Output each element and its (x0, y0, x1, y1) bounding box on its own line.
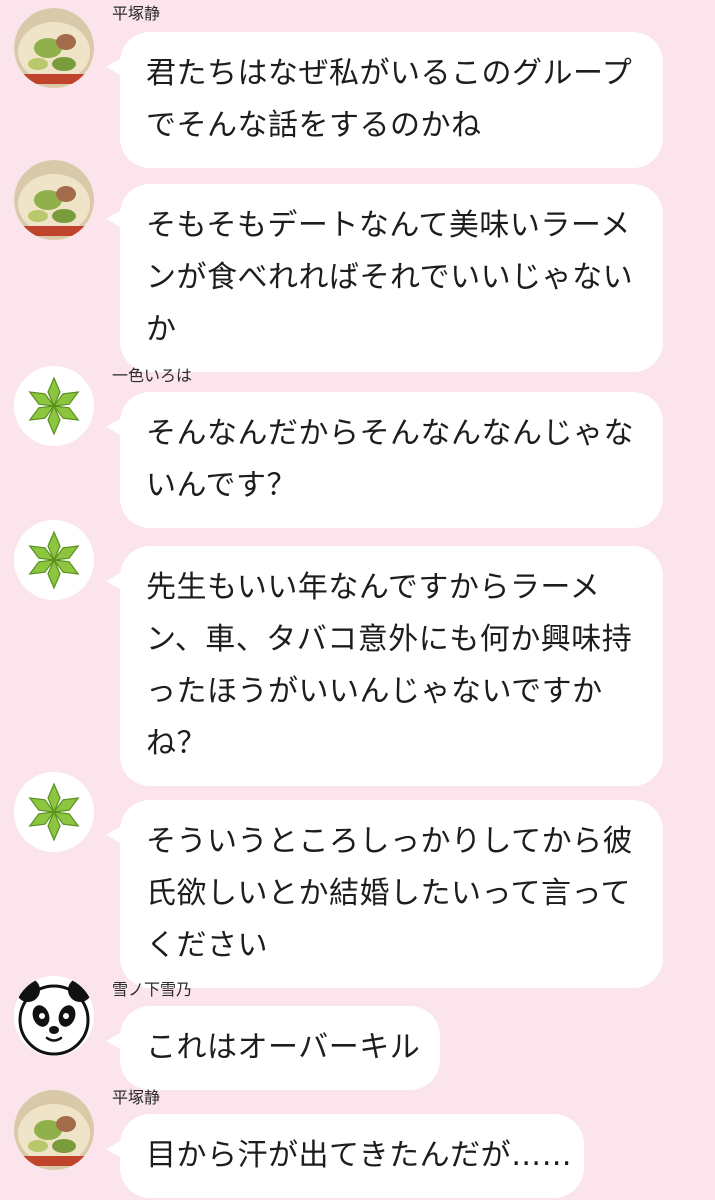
sender-name: 平塚静 (112, 4, 161, 23)
sender-name: 雪ノ下雪乃 (112, 980, 193, 999)
message-bubble[interactable]: そんなんだからそんなんなんじゃな いんです？ (106, 392, 663, 528)
message-line: 君たちはなぜ私がいるこのグループ (146, 56, 633, 91)
message-line: そんなんだからそんなんなんじゃな (146, 416, 634, 451)
green-star-avatar-icon[interactable] (14, 366, 94, 446)
green-star-avatar-icon[interactable] (14, 772, 94, 852)
message-bubble[interactable]: 目から汗が出てきたんだが…… (106, 1114, 584, 1198)
panda-avatar-icon[interactable] (14, 976, 94, 1056)
ramen-avatar-icon[interactable] (14, 160, 94, 240)
message-line: 氏欲しいとか結婚したいって言って (146, 876, 631, 911)
message-bubble[interactable]: 先生もいい年なんですからラーメ ン、車、タバコ意外にも何か興味持 ったほうがいい… (106, 546, 663, 786)
sender-name: 平塚静 (112, 1088, 161, 1107)
message-line: 先生もいい年なんですからラーメ (146, 570, 601, 605)
sender-name: 一色いろは (112, 366, 193, 385)
message-line: ね？ (146, 726, 207, 761)
ramen-avatar-icon[interactable] (14, 1090, 94, 1170)
message-bubble[interactable]: そういうところしっかりしてから彼 氏欲しいとか結婚したいって言って ください (106, 800, 663, 988)
message-line: でそんな話をするのかね (146, 108, 482, 143)
message-line: ン、車、タバコ意外にも何か興味持 (146, 622, 633, 657)
message-line: ください (146, 928, 268, 963)
chat-thread[interactable]: 平塚静 君たちはなぜ私がいるこのグループ でそんな話をするのかね そもそもデート… (0, 0, 715, 1200)
message-bubble[interactable]: そもそもデートなんて美味いラーメ ンが食べれればそれでいいじゃない か (106, 184, 663, 372)
message-line: ンが食べれればそれでいいじゃない (146, 260, 634, 295)
message-line: これはオーバーキル (146, 1030, 421, 1065)
message-line: いんです？ (146, 468, 297, 503)
message-line: 目から汗が出てきたんだが…… (146, 1138, 573, 1173)
message-line: そういうところしっかりしてから彼 (146, 824, 634, 859)
message-line: ったほうがいいんじゃないですか (146, 674, 603, 709)
message-bubble[interactable]: 君たちはなぜ私がいるこのグループ でそんな話をするのかね (106, 32, 663, 168)
message-line: か (146, 312, 177, 347)
ramen-avatar-icon[interactable] (14, 8, 94, 88)
green-star-avatar-icon[interactable] (14, 520, 94, 600)
message-line: そもそもデートなんて美味いラーメ (146, 208, 631, 243)
message-bubble[interactable]: これはオーバーキル (106, 1006, 440, 1090)
